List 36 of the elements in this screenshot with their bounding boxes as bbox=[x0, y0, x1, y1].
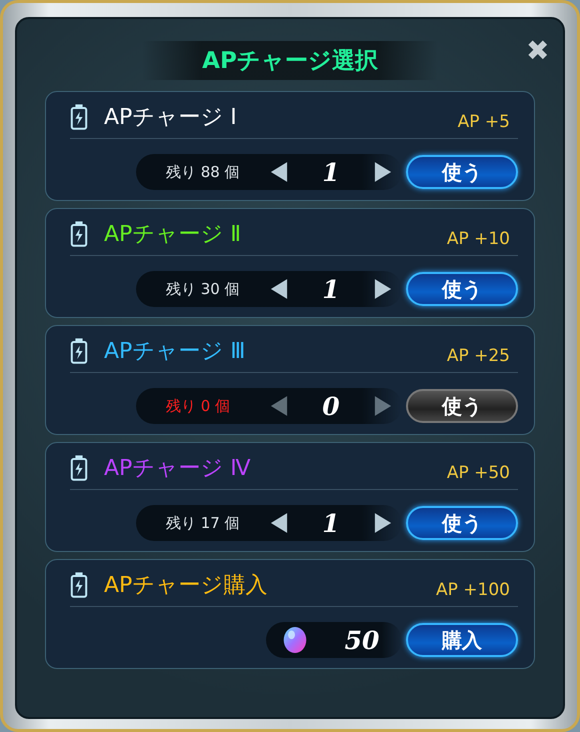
decrease-arrow-icon[interactable] bbox=[270, 161, 288, 183]
remaining-count: 残り 17 個 bbox=[166, 514, 241, 532]
use-button[interactable]: 使う bbox=[406, 272, 518, 306]
ap-bonus: AP +100 bbox=[436, 580, 510, 600]
ap-bonus: AP +25 bbox=[446, 346, 510, 366]
ap-bonus: AP +10 bbox=[446, 229, 510, 249]
quantity-value: 0 bbox=[321, 392, 341, 420]
remaining-count: 残り 88 個 bbox=[166, 162, 241, 182]
price-value: 50 bbox=[344, 626, 380, 654]
quantity-value: 1 bbox=[321, 158, 341, 186]
increase-arrow-icon[interactable] bbox=[374, 512, 392, 534]
use-button[interactable]: 使う bbox=[406, 155, 518, 189]
item-name: APチャージ Ⅰ bbox=[104, 104, 238, 132]
buy-button[interactable]: 購入 bbox=[406, 623, 518, 657]
battery-icon bbox=[70, 571, 88, 599]
decrease-arrow-icon[interactable] bbox=[270, 512, 288, 534]
quantity-value: 1 bbox=[321, 508, 341, 538]
increase-arrow-icon[interactable] bbox=[374, 278, 392, 300]
close-button[interactable]: ✖ bbox=[526, 37, 549, 65]
increase-arrow-icon[interactable] bbox=[374, 161, 392, 183]
remaining-count: 残り 0 個 bbox=[166, 396, 232, 416]
quantity-value: 1 bbox=[321, 274, 341, 304]
ap-bonus: AP +50 bbox=[446, 463, 510, 483]
gem-icon bbox=[282, 625, 308, 655]
remaining-count: 残り 30 個 bbox=[166, 280, 241, 298]
battery-icon bbox=[70, 454, 88, 482]
battery-icon bbox=[70, 103, 88, 131]
item-name: APチャージ Ⅱ bbox=[104, 221, 242, 249]
ap-bonus: AP +5 bbox=[458, 112, 510, 132]
item-name: APチャージ Ⅳ bbox=[104, 455, 252, 483]
battery-icon bbox=[70, 337, 88, 365]
item-name: APチャージ Ⅲ bbox=[104, 338, 246, 366]
decrease-arrow-icon[interactable] bbox=[270, 278, 288, 300]
item-name: APチャージ購入 bbox=[104, 572, 268, 600]
use-button[interactable]: 使う bbox=[406, 506, 518, 540]
battery-icon bbox=[70, 220, 88, 248]
